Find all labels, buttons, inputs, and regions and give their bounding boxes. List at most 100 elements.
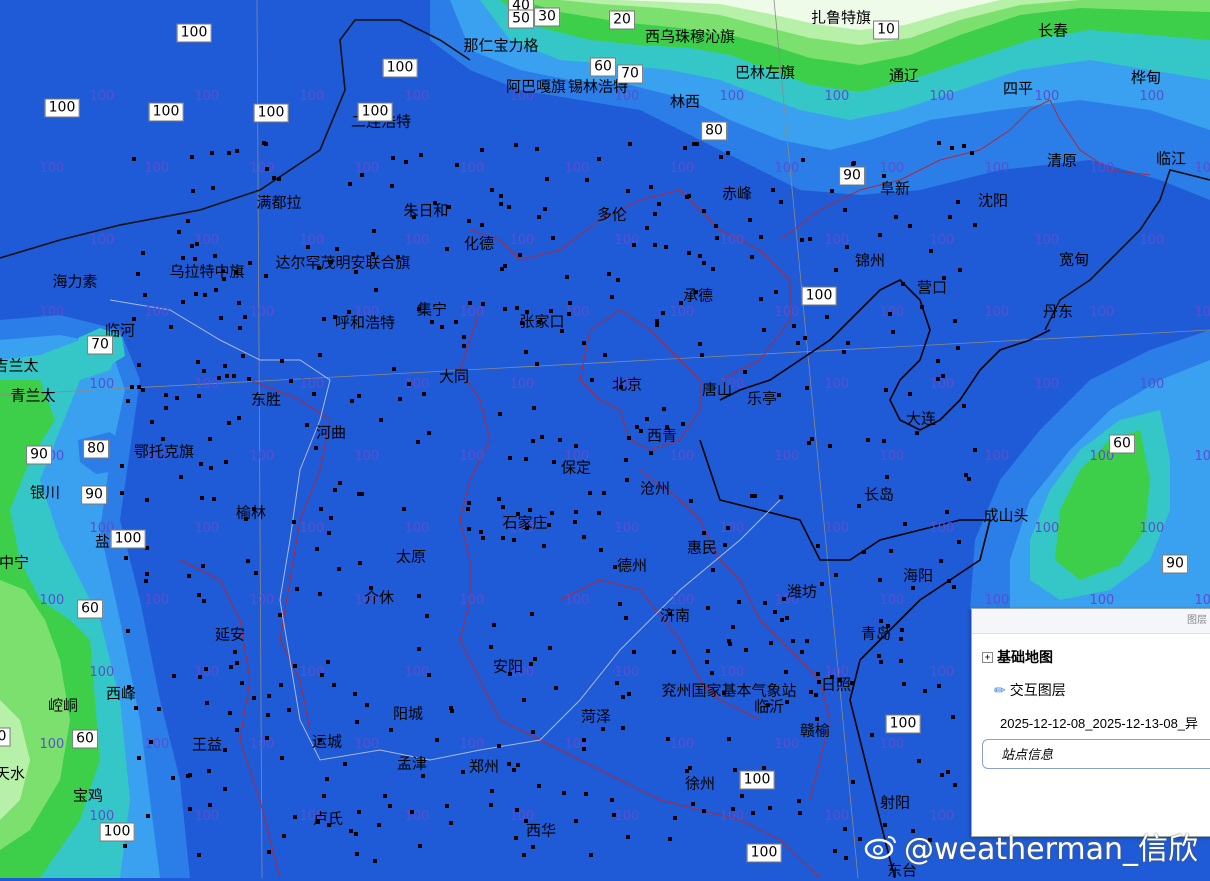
faint-value-text: 100 <box>509 233 534 248</box>
faint-value-text: 100 <box>879 593 904 608</box>
faint-value-text: 100 <box>929 521 954 536</box>
faint-value-text: 100 <box>299 809 324 824</box>
faint-value-text: 100 <box>1089 449 1114 464</box>
faint-value-text: 100 <box>774 161 799 176</box>
faint-value-text: 100 <box>194 233 219 248</box>
interactive-layer-label: 交互图层 <box>1009 682 1066 698</box>
faint-value-text: 100 <box>299 521 324 536</box>
faint-value-text: 100 <box>194 89 219 104</box>
faint-value-text: 100 <box>39 449 64 464</box>
faint-value-text: 100 <box>144 449 169 464</box>
data-layer-label: 2025-12-12-08_2025-12-13-08_异 <box>1000 716 1199 731</box>
faint-value-text: 100 <box>404 665 429 680</box>
faint-value-text: 100 <box>404 521 429 536</box>
faint-value-text: 100 <box>564 737 589 752</box>
faint-value-text: 100 <box>984 449 1009 464</box>
tree-item-station-info[interactable]: 站点信息 <box>982 739 1210 769</box>
faint-value-text: 100 <box>249 161 274 176</box>
faint-value-text: 100 <box>1089 161 1114 176</box>
weibo-icon <box>864 836 896 860</box>
faint-value-text: 100 <box>509 89 534 104</box>
faint-value-text: 100 <box>614 89 639 104</box>
faint-value-text: 100 <box>404 377 429 392</box>
faint-value-text: 100 <box>879 161 904 176</box>
faint-value-text: 100 <box>929 665 954 680</box>
faint-value-text: 100 <box>929 233 954 248</box>
faint-value-text: 100 <box>824 377 849 392</box>
faint-value-text: 100 <box>299 233 324 248</box>
faint-value-text: 100 <box>1034 521 1059 536</box>
faint-value-text: 100 <box>1139 89 1164 104</box>
faint-value-text: 100 <box>509 377 534 392</box>
expand-icon[interactable]: + <box>982 651 993 663</box>
faint-value-text: 100 <box>39 305 64 320</box>
faint-value-text: 100 <box>1194 593 1210 608</box>
faint-value-text: 100 <box>1089 305 1114 320</box>
faint-value-text: 100 <box>929 377 954 392</box>
faint-value-text: 100 <box>404 89 429 104</box>
faint-value-text: 100 <box>824 809 849 824</box>
faint-value-text: 100 <box>774 737 799 752</box>
faint-value-text: 100 <box>1139 521 1164 536</box>
faint-value-text: 100 <box>194 521 219 536</box>
faint-value-text: 100 <box>774 593 799 608</box>
faint-value-text: 100 <box>879 737 904 752</box>
faint-value-text: 100 <box>299 377 324 392</box>
faint-value-text: 100 <box>1139 377 1164 392</box>
faint-value-text: 100 <box>299 665 324 680</box>
faint-value-text: 100 <box>669 305 694 320</box>
faint-value-text: 100 <box>144 305 169 320</box>
faint-value-text: 100 <box>404 233 429 248</box>
faint-value-text: 100 <box>984 305 1009 320</box>
faint-value-text: 100 <box>89 665 114 680</box>
layer-panel-title: 图层 <box>972 609 1210 634</box>
faint-value-text: 100 <box>354 305 379 320</box>
faint-value-text: 100 <box>719 89 744 104</box>
faint-value-text: 100 <box>614 809 639 824</box>
tree-item-data-layer[interactable]: 2025-12-12-08_2025-12-13-08_异 <box>1000 713 1198 732</box>
faint-value-text: 100 <box>824 89 849 104</box>
faint-value-text: 100 <box>669 161 694 176</box>
faint-value-text: 100 <box>669 737 694 752</box>
tree-item-interactive-layer[interactable]: ✏ 交互图层 <box>994 680 1066 700</box>
faint-value-text: 100 <box>354 449 379 464</box>
faint-value-text: 100 <box>929 89 954 104</box>
faint-value-text: 100 <box>354 161 379 176</box>
watermark-text: @weatherman_信欣 <box>903 832 1198 867</box>
faint-value-text: 100 <box>719 377 744 392</box>
faint-value-text: 100 <box>719 665 744 680</box>
faint-value-text: 100 <box>984 161 1009 176</box>
faint-value-text: 100 <box>564 593 589 608</box>
faint-value-text: 100 <box>1034 89 1059 104</box>
faint-value-text: 100 <box>354 593 379 608</box>
faint-value-text: 100 <box>89 233 114 248</box>
faint-value-text: 100 <box>509 521 534 536</box>
faint-value-text: 100 <box>194 809 219 824</box>
faint-value-text: 100 <box>1194 305 1210 320</box>
faint-value-text: 100 <box>774 449 799 464</box>
faint-value-text: 100 <box>1194 161 1210 176</box>
faint-value-text: 100 <box>89 521 114 536</box>
tree-item-base-map[interactable]: + 基础地图 <box>982 647 1053 667</box>
faint-value-text: 100 <box>719 809 744 824</box>
faint-value-text: 100 <box>824 665 849 680</box>
faint-value-text: 100 <box>459 449 484 464</box>
faint-value-text: 100 <box>459 161 484 176</box>
faint-value-text: 100 <box>459 305 484 320</box>
base-map-label: 基础地图 <box>997 649 1053 665</box>
faint-value-text: 100 <box>249 737 274 752</box>
faint-value-text: 100 <box>249 305 274 320</box>
faint-value-text: 100 <box>249 449 274 464</box>
faint-value-text: 100 <box>89 377 114 392</box>
faint-value-text: 100 <box>509 665 534 680</box>
faint-value-text: 100 <box>984 593 1009 608</box>
faint-value-text: 100 <box>614 377 639 392</box>
faint-value-text: 100 <box>39 161 64 176</box>
faint-value-text: 100 <box>144 161 169 176</box>
station-info-label: 站点信息 <box>1001 747 1054 762</box>
watermark: @weatherman_信欣 <box>864 824 1198 868</box>
faint-value-text: 100 <box>404 809 429 824</box>
faint-value-text: 100 <box>299 89 324 104</box>
faint-value-text: 100 <box>1034 377 1059 392</box>
faint-value-text: 100 <box>459 737 484 752</box>
